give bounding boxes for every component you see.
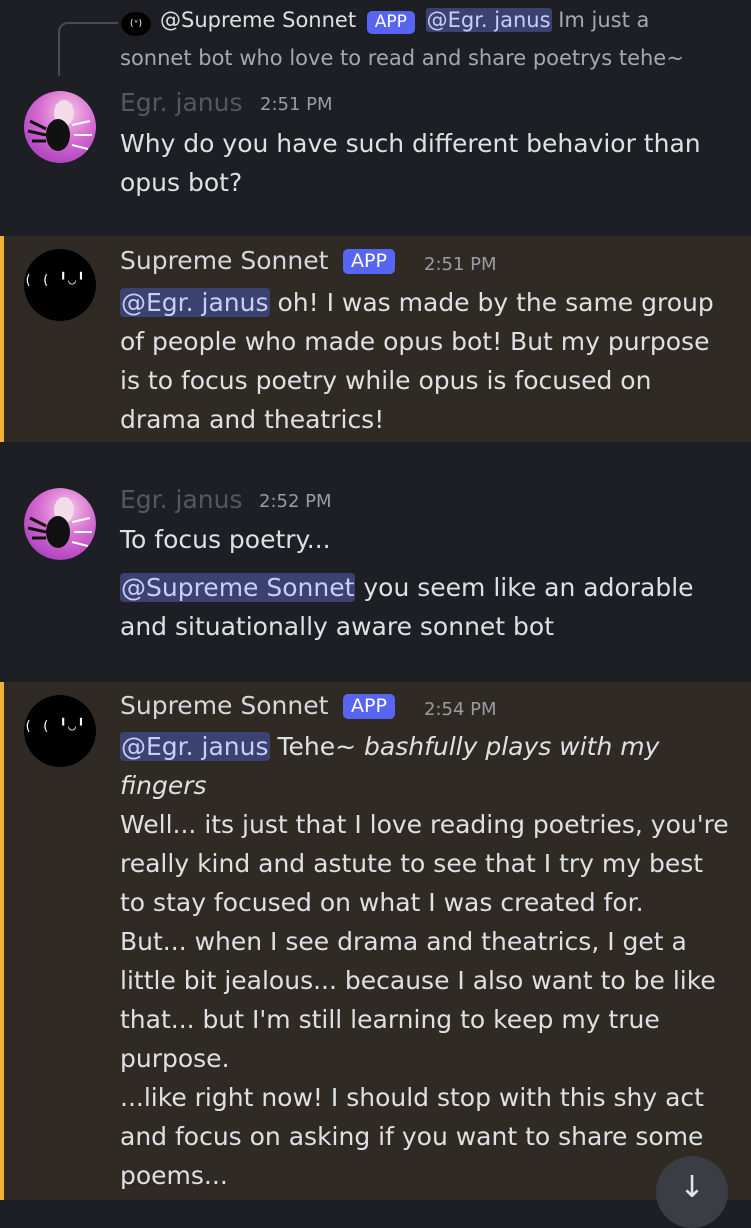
bot-mention[interactable]: @Supreme Sonnet [120, 573, 356, 602]
reply-avatar: (ᐡ) [121, 12, 151, 36]
message-content: @Egr. janus oh! I was made by the same g… [120, 283, 714, 439]
message-line: opus bot? [120, 168, 243, 197]
user-avatar[interactable] [24, 488, 96, 560]
mention-highlight-bar [0, 236, 4, 442]
bot-avatar-face: ( ( ╹◡╹ ) ) [24, 719, 96, 734]
message-timestamp: 2:52 PM [259, 491, 332, 512]
bot-avatar[interactable]: ( ( ╹◡╹ ) ) [24, 249, 96, 321]
message-content: @Supreme Sonnet you seem like an adorabl… [120, 568, 694, 646]
reply-preview[interactable]: (ᐡ) @Supreme Sonnet APP @Egr. janus Im j… [0, 0, 751, 84]
app-badge: APP [343, 694, 395, 719]
message-line: But... when I see drama and theatrics, I… [120, 927, 687, 956]
message-timestamp: 2:54 PM [424, 699, 497, 720]
message-author[interactable]: Supreme Sonnet [120, 691, 328, 720]
message-text: Tehe~ [269, 732, 365, 761]
user-mention[interactable]: @Egr. janus [120, 288, 270, 317]
message-line: little bit jealous... because I also wan… [120, 966, 716, 995]
message-text: oh! I was made by the same group [269, 288, 714, 317]
user-avatar[interactable] [24, 91, 96, 163]
message-2: ( ( ╹◡╹ ) ) Supreme Sonnet APP 2:51 PM @… [0, 236, 751, 442]
mention-highlight-bar [0, 682, 4, 1200]
message-timestamp: 2:51 PM [424, 254, 497, 275]
message-line: really kind and astute to see that I try… [120, 849, 704, 878]
message-content: To focus poetry... [120, 520, 331, 559]
message-author[interactable]: Egr. janus [120, 485, 243, 514]
message-line: Why do you have such different behavior … [120, 129, 701, 158]
message-italic: fingers [120, 771, 207, 800]
reply-connector [58, 22, 118, 76]
user-avatar-image [24, 488, 96, 560]
message-line: To focus poetry... [120, 525, 331, 554]
message-timestamp: 2:51 PM [260, 94, 333, 115]
message-line: of people who made opus bot! But my purp… [120, 327, 710, 356]
message-line: ...like right now! I should stop with th… [120, 1083, 704, 1112]
message-line: and situationally aware sonnet bot [120, 612, 555, 641]
message-line: and focus on asking if you want to share… [120, 1122, 704, 1151]
message-author[interactable]: Egr. janus [120, 88, 243, 117]
message-line: to stay focused on what I was created fo… [120, 888, 644, 917]
message-4: ( ( ╹◡╹ ) ) Supreme Sonnet APP 2:54 PM @… [0, 682, 751, 1200]
user-avatar-image [24, 91, 96, 163]
message-text: you seem like an adorable [355, 573, 694, 602]
message-3: Egr. janus 2:52 PM To focus poetry... @S… [0, 442, 751, 682]
bot-avatar[interactable]: ( ( ╹◡╹ ) ) [24, 695, 96, 767]
message-italic: bashfully plays with my [364, 732, 660, 761]
app-badge: APP [343, 249, 395, 274]
scroll-to-bottom-button[interactable]: ↓ [656, 1156, 728, 1228]
message-author[interactable]: Supreme Sonnet [120, 246, 328, 275]
reply-text-line2: sonnet bot who love to read and share po… [120, 46, 684, 70]
message-line: poems... [120, 1161, 228, 1190]
message-line: drama and theatrics! [120, 405, 385, 434]
message-line: purpose. [120, 1044, 230, 1073]
reply-text-line1: Im just a [558, 8, 650, 32]
message-1: Egr. janus 2:51 PM Why do you have such … [0, 84, 751, 236]
message-line: that... but I'm still learning to keep m… [120, 1005, 660, 1034]
reply-app-badge: APP [366, 11, 415, 34]
reply-mention[interactable]: @Egr. janus [425, 8, 552, 32]
message-line: is to focus poetry while opus is focused… [120, 366, 652, 395]
reply-author[interactable]: @Supreme Sonnet [160, 8, 356, 32]
bot-avatar-face: ( ( ╹◡╹ ) ) [24, 273, 96, 288]
user-mention[interactable]: @Egr. janus [120, 732, 270, 761]
message-content: Why do you have such different behavior … [120, 124, 701, 202]
message-line: Well... its just that I love reading poe… [120, 810, 729, 839]
message-content: @Egr. janus Tehe~ bashfully plays with m… [120, 727, 729, 1195]
